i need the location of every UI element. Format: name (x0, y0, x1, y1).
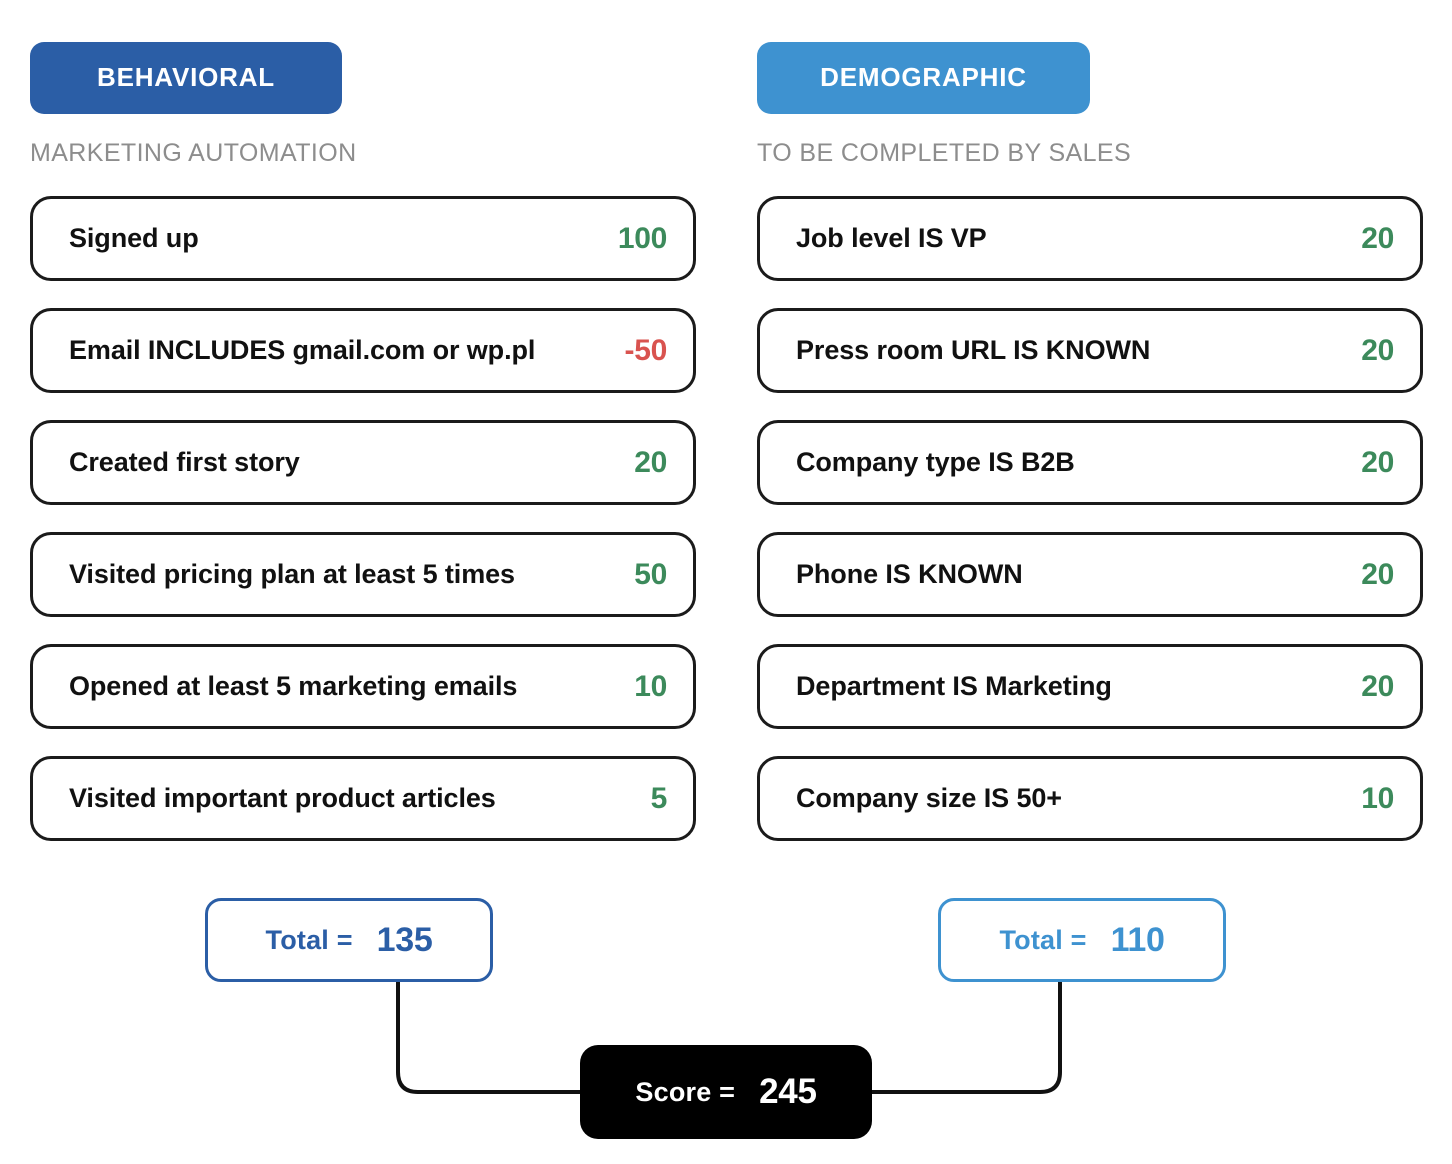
connector-lines (396, 982, 1062, 1094)
total-value: 135 (376, 920, 433, 959)
total-label: Total = (265, 924, 353, 955)
connector-right (860, 982, 1062, 1094)
score-value: 245 (759, 1072, 817, 1111)
total-value: 110 (1110, 920, 1165, 959)
total-demographic: Total = 110 (938, 898, 1226, 982)
lead-scoring-diagram: BEHAVIORAL MARKETING AUTOMATION Signed u… (0, 0, 1452, 1164)
total-label: Total = (999, 924, 1087, 955)
score-label: Score = (635, 1076, 736, 1107)
connector-left (396, 982, 596, 1094)
score-badge: Score = 245 (580, 1045, 872, 1139)
total-behavioral: Total = 135 (205, 898, 493, 982)
